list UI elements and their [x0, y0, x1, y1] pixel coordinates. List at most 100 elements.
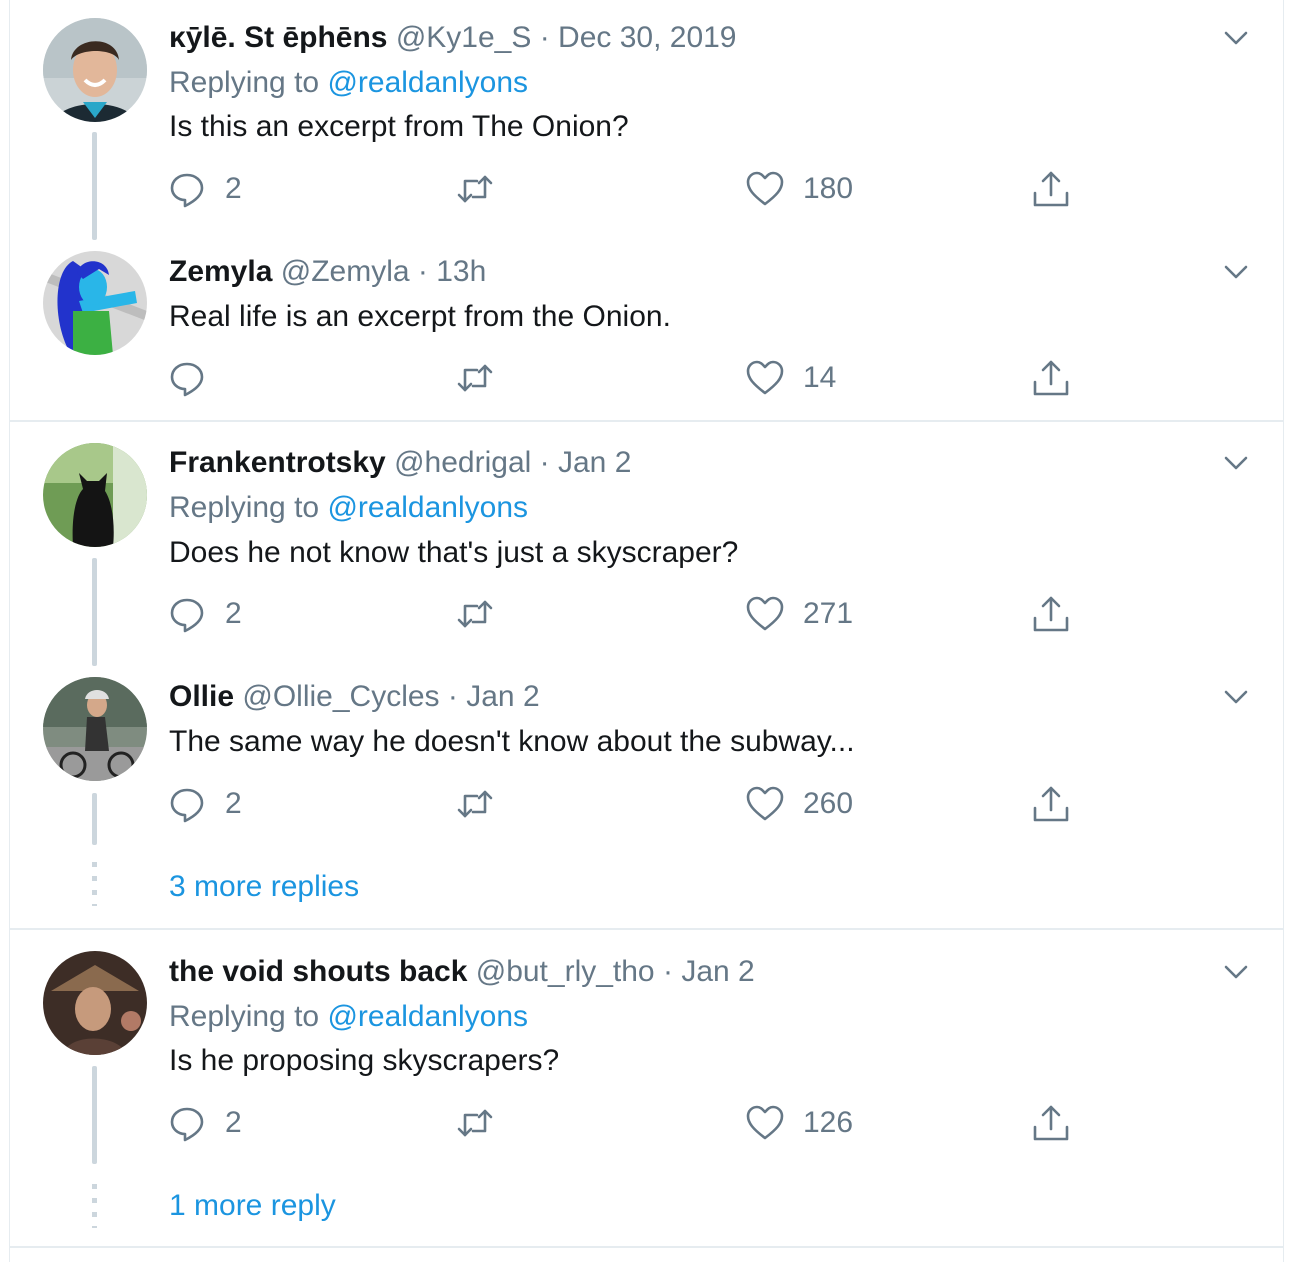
display-name[interactable]: Frankentrotsky: [169, 446, 386, 479]
retweet-icon: [457, 175, 493, 203]
replying-to-label: Replying to: [169, 66, 320, 99]
avatar[interactable]: [43, 951, 147, 1055]
like-button[interactable]: 271: [745, 594, 853, 634]
heart-icon: [746, 360, 784, 395]
separator-dot: ·: [539, 446, 550, 479]
share-button[interactable]: [1031, 1103, 1071, 1143]
share-button[interactable]: [1031, 594, 1071, 634]
retweet-button[interactable]: [455, 784, 513, 824]
reply-icon: [170, 1107, 204, 1142]
replying-to-label: Replying to: [169, 491, 320, 524]
heart-icon: [746, 786, 784, 821]
share-button[interactable]: [1031, 784, 1071, 824]
retweet-button[interactable]: [455, 1103, 513, 1143]
display-name[interactable]: Zemyla: [169, 255, 272, 288]
thread-connector: [92, 132, 97, 240]
thread-connector: [92, 1066, 97, 1164]
tweet-header: Ollie @Ollie_Cycles · Jan 2: [169, 677, 540, 717]
thread-dots: [92, 1184, 97, 1228]
reply-button[interactable]: 2: [167, 1103, 242, 1143]
thread-connector: [92, 793, 97, 845]
tweet-header: κӯlē. St ēphēns @Ky1e_S · Dec 30, 2019: [169, 18, 737, 58]
share-button[interactable]: [1031, 169, 1071, 209]
retweet-button[interactable]: [455, 594, 513, 634]
thread-divider: [9, 420, 1284, 422]
user-handle[interactable]: @Zemyla: [281, 255, 410, 288]
replying-to: Replying to @realdanlyons: [169, 63, 528, 103]
tweet-text: Is this an excerpt from The Onion?: [169, 110, 629, 143]
reply-button[interactable]: 2: [167, 784, 242, 824]
more-replies-link[interactable]: 1 more reply: [169, 1186, 336, 1226]
share-button[interactable]: [1031, 358, 1071, 398]
share-icon: [1033, 596, 1069, 632]
display-name[interactable]: the void shouts back: [169, 955, 467, 988]
reply-count: 2: [225, 1106, 242, 1139]
reply-count: 2: [225, 787, 242, 820]
separator-dot: ·: [662, 955, 673, 988]
tweet-header: the void shouts back @but_rly_tho · Jan …: [169, 952, 755, 992]
reply-icon: [170, 173, 204, 208]
reply-icon: [170, 362, 204, 397]
thread-dots: [92, 862, 97, 906]
retweet-button[interactable]: [455, 169, 513, 209]
chevron-down-icon[interactable]: [1220, 681, 1252, 713]
replying-to-label: Replying to: [169, 1000, 320, 1033]
user-handle[interactable]: @hedrigal: [394, 446, 531, 479]
avatar[interactable]: [43, 251, 147, 355]
chevron-down-icon[interactable]: [1220, 956, 1252, 988]
heart-icon: [746, 1105, 784, 1140]
reply-count: 2: [225, 597, 242, 630]
mention-link[interactable]: @realdanlyons: [327, 491, 528, 524]
reply-icon: [170, 598, 204, 633]
retweet-button[interactable]: [455, 358, 513, 398]
reply-count: 2: [225, 172, 242, 205]
thread-divider: [9, 1246, 1284, 1248]
retweet-icon: [457, 790, 493, 818]
like-button[interactable]: 14: [745, 358, 836, 398]
user-handle[interactable]: @but_rly_tho: [476, 955, 655, 988]
reply-button[interactable]: 2: [167, 169, 242, 209]
tweet-text: Is he proposing skyscrapers?: [169, 1044, 560, 1077]
retweet-icon: [457, 600, 493, 628]
like-button[interactable]: 260: [745, 784, 853, 824]
timestamp[interactable]: Jan 2: [558, 446, 631, 479]
timestamp[interactable]: 13h: [436, 255, 486, 288]
timestamp[interactable]: Jan 2: [466, 680, 539, 713]
timestamp[interactable]: Jan 2: [681, 955, 754, 988]
chevron-down-icon[interactable]: [1220, 22, 1252, 54]
reply-icon: [170, 788, 204, 823]
tweet-header: Zemyla @Zemyla · 13h: [169, 252, 486, 292]
avatar[interactable]: [43, 443, 147, 547]
share-icon: [1033, 786, 1069, 822]
user-handle[interactable]: @Ollie_Cycles: [242, 680, 439, 713]
thread-connector: [92, 558, 97, 666]
chevron-down-icon[interactable]: [1220, 447, 1252, 479]
timeline-border-left: [9, 0, 10, 1262]
tweet-text: Real life is an excerpt from the Onion.: [169, 300, 671, 333]
like-button[interactable]: 180: [745, 169, 853, 209]
mention-link[interactable]: @realdanlyons: [327, 1000, 528, 1033]
reply-button[interactable]: [167, 358, 225, 398]
display-name[interactable]: Ollie: [169, 680, 234, 713]
replying-to: Replying to @realdanlyons: [169, 997, 528, 1037]
user-handle[interactable]: @Ky1e_S: [396, 21, 532, 54]
reply-button[interactable]: 2: [167, 594, 242, 634]
tweet-header: Frankentrotsky @hedrigal · Jan 2: [169, 443, 631, 483]
heart-icon: [746, 596, 784, 631]
mention-link[interactable]: @realdanlyons: [327, 66, 528, 99]
more-replies-link[interactable]: 3 more replies: [169, 867, 359, 907]
separator-dot: ·: [417, 255, 428, 288]
like-button[interactable]: 126: [745, 1103, 853, 1143]
timestamp[interactable]: Dec 30, 2019: [558, 21, 736, 54]
chevron-down-icon[interactable]: [1220, 256, 1252, 288]
avatar[interactable]: [43, 18, 147, 122]
thread-divider: [9, 928, 1284, 930]
separator-dot: ·: [539, 21, 550, 54]
separator-dot: ·: [447, 680, 458, 713]
display-name[interactable]: κӯlē. St ēphēns: [169, 21, 387, 54]
avatar[interactable]: [43, 677, 147, 781]
like-count: 271: [803, 597, 854, 630]
tweet-text: Does he not know that's just a skyscrape…: [169, 536, 739, 569]
timeline-border-right: [1283, 0, 1284, 1262]
reply-timeline: κӯlē. St ēphēns @Ky1e_S · Dec 30, 2019 R…: [0, 0, 1300, 1262]
